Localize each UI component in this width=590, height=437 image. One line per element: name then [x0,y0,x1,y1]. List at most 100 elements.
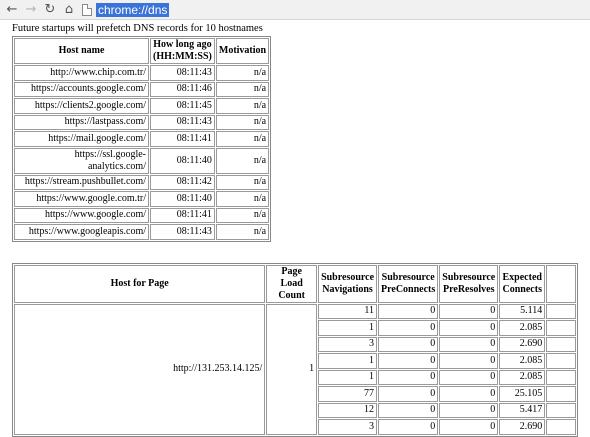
home-icon[interactable]: ⌂ [61,2,77,18]
preconnects-cell: 0 [378,369,439,385]
host-name-cell: https://mail.google.com/ [14,131,149,147]
preresolves-cell: 0 [439,419,499,435]
motivation-cell: n/a [215,147,270,174]
forward-arrow-icon[interactable]: → [23,2,39,18]
page-content: Future startups will prefetch DNS record… [0,20,590,437]
expected-connects-cell: 25.105 [499,386,546,402]
host-for-page-cell: http://131.253.14.125/ [14,303,266,435]
how-long-ago-cell: 08:11:41 [150,131,215,147]
preconnects-cell: 0 [378,419,439,435]
table-row: https://clients2.google.com/08:11:45 n/a [14,98,270,114]
navigations-cell: 11 [318,303,378,319]
host-name-cell: https://www.google.com/ [14,207,149,223]
navigations-cell: 3 [318,419,378,435]
table-row: https://mail.google.com/08:11:41 n/a [14,131,270,147]
table-row: https://stream.pushbullet.com/08:11:42 n/… [14,174,270,190]
host-name-cell: https://www.googleapis.com/ [14,224,149,240]
preconnects-cell: 0 [378,386,439,402]
col-motivation: Motivation [215,38,270,64]
how-long-ago-cell: 08:11:41 [150,207,215,223]
motivation-cell: n/a [215,174,270,190]
col-host-name: Host name [14,38,149,64]
navigations-cell: 1 [318,369,378,385]
extra-cell [546,303,576,319]
host-name-cell: https://clients2.google.com/ [14,98,149,114]
page-load-count-cell: 1 [266,303,318,435]
table-row: https://www.googleapis.com/08:11:43 n/a [14,224,270,240]
browser-toolbar: ← → ↻ ⌂ chrome://dns [0,0,590,20]
col-subresource-preresolves: Subresource PreResolves [439,264,499,303]
expected-connects-cell: 5.417 [499,402,546,418]
motivation-cell: n/a [215,65,270,81]
extra-cell [546,353,576,369]
subresource-table: Host for Page Page Load Count Subresourc… [12,262,578,437]
expected-connects-cell: 2.085 [499,320,546,336]
table-row: http://131.253.14.125/1 11 0 0 5.114 [14,303,576,435]
preconnects-cell: 0 [378,353,439,369]
extra-cell [546,369,576,385]
prefetch-summary: Future startups will prefetch DNS record… [12,23,263,34]
navigations-cell: 3 [318,336,378,352]
motivation-cell: n/a [215,81,270,97]
host-name-cell: https://ssl.google-analytics.com/ [14,147,149,174]
how-long-ago-cell: 08:11:45 [150,98,215,114]
col-subresource-preconnects: Subresource PreConnects [378,264,439,303]
back-arrow-icon[interactable]: ← [4,2,20,18]
motivation-cell: n/a [215,114,270,130]
col-host-for-page: Host for Page [14,264,266,303]
extra-cell [546,386,576,402]
expected-connects-cell: 2.085 [499,369,546,385]
col-page-load-count: Page Load Count [266,264,318,303]
expected-connects-cell: 2.690 [499,336,546,352]
how-long-ago-cell: 08:11:42 [150,174,215,190]
table-row: https://www.google.com.tr/08:11:40 n/a [14,191,270,207]
how-long-ago-cell: 08:11:43 [150,114,215,130]
preresolves-cell: 0 [439,303,499,319]
preresolves-cell: 0 [439,386,499,402]
how-long-ago-cell: 08:11:43 [150,65,215,81]
col-expected-connects: Expected Connects [499,264,546,303]
preconnects-cell: 0 [378,320,439,336]
motivation-cell: n/a [215,131,270,147]
url-text[interactable]: chrome://dns [96,2,170,17]
expected-connects-cell: 2.690 [499,419,546,435]
col-subresource-navigations: Subresource Navigations [318,264,378,303]
host-name-cell: https://lastpass.com/ [14,114,149,130]
table-row: https://lastpass.com/08:11:43 n/a [14,114,270,130]
host-name-cell: https://www.google.com.tr/ [14,191,149,207]
startup-hostnames-table: Host name How long ago (HH:MM:SS) Motiva… [12,36,272,242]
navigations-cell: 77 [318,386,378,402]
how-long-ago-cell: 08:11:40 [150,191,215,207]
preresolves-cell: 0 [439,353,499,369]
preconnects-cell: 0 [378,336,439,352]
navigations-cell: 1 [318,353,378,369]
table-row: http://www.chip.com.tr/08:11:43 n/a [14,65,270,81]
motivation-cell: n/a [215,191,270,207]
how-long-ago-cell: 08:11:40 [150,147,215,174]
page-icon [82,3,92,16]
col-how-long-ago: How long ago (HH:MM:SS) [150,38,215,64]
extra-cell [546,402,576,418]
preresolves-cell: 0 [439,402,499,418]
preresolves-cell: 0 [439,369,499,385]
preresolves-cell: 0 [439,336,499,352]
preconnects-cell: 0 [378,402,439,418]
col-extra [546,264,576,303]
motivation-cell: n/a [215,224,270,240]
motivation-cell: n/a [215,98,270,114]
address-bar[interactable]: chrome://dns [80,2,170,18]
motivation-cell: n/a [215,207,270,223]
extra-cell [546,419,576,435]
reload-icon[interactable]: ↻ [42,2,58,18]
extra-cell [546,336,576,352]
expected-connects-cell: 2.085 [499,353,546,369]
table-row: https://accounts.google.com/08:11:46 n/a [14,81,270,97]
table-row: https://www.google.com/08:11:41 n/a [14,207,270,223]
extra-cell [546,320,576,336]
preconnects-cell: 0 [378,303,439,319]
host-name-cell: https://accounts.google.com/ [14,81,149,97]
navigations-cell: 1 [318,320,378,336]
preresolves-cell: 0 [439,320,499,336]
host-name-cell: https://stream.pushbullet.com/ [14,174,149,190]
host-name-cell: http://www.chip.com.tr/ [14,65,149,81]
